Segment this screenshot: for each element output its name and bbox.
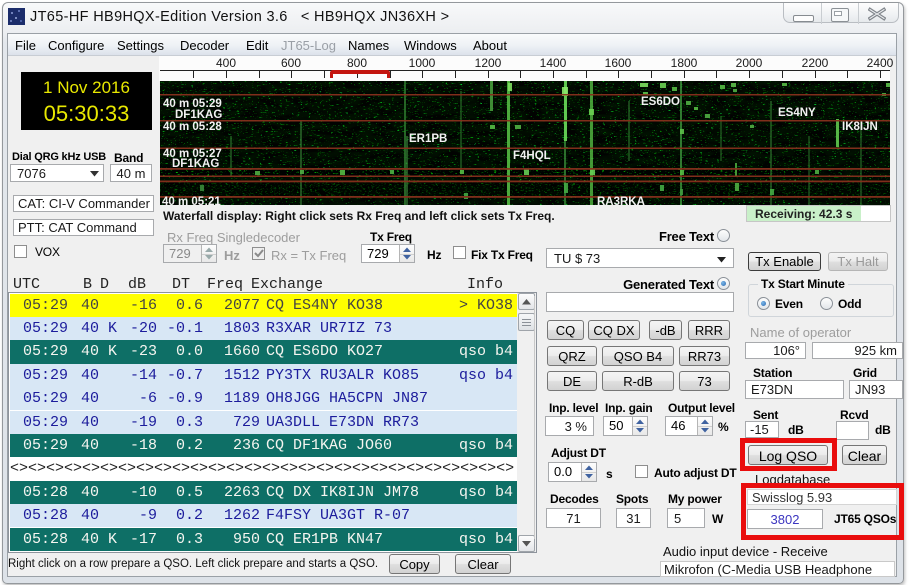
svg-text:40 m 05:28: 40 m 05:28 <box>163 121 222 133</box>
svg-text:RA3RKA: RA3RKA <box>597 196 645 205</box>
svg-text:F4HQL: F4HQL <box>513 150 551 162</box>
svg-text:IK8IJN: IK8IJN <box>842 121 878 133</box>
svg-text:DF1KAG: DF1KAG <box>175 109 222 121</box>
svg-text:40 m 05:21: 40 m 05:21 <box>162 196 221 205</box>
svg-text:DF1KAG: DF1KAG <box>172 158 219 170</box>
svg-text:ES4NY: ES4NY <box>778 107 816 119</box>
svg-text:ES6DO: ES6DO <box>641 96 680 108</box>
svg-text:ER1PB: ER1PB <box>409 133 447 145</box>
